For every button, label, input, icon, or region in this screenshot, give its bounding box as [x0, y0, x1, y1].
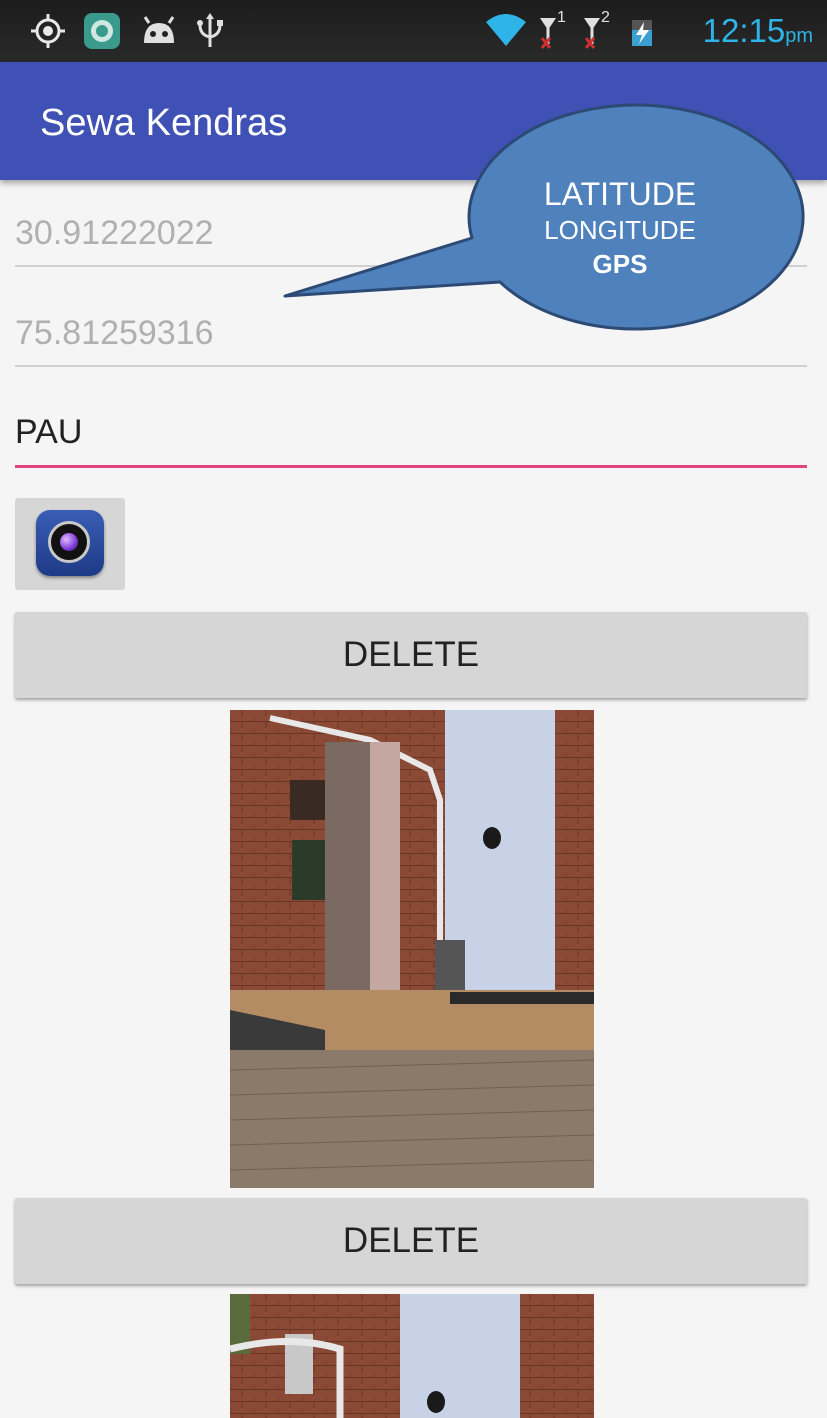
clock: 12:15pm [703, 12, 813, 50]
longitude-value: 75.81259316 [15, 314, 214, 352]
callout-line3: GPS [592, 249, 648, 279]
sim1-label: 1 [557, 9, 566, 26]
camera-icon [36, 510, 104, 576]
sim2-no-signal-icon: 2 [580, 9, 620, 52]
usb-icon [197, 13, 223, 47]
longitude-underline [15, 365, 807, 367]
clock-ampm: pm [785, 25, 813, 47]
delete-button[interactable]: DELETE [15, 612, 807, 698]
gps-icon [31, 14, 65, 48]
location-name-underline [15, 465, 807, 468]
gps-callout-text: LATITUDE LONGITUDE GPS [520, 175, 720, 281]
app-title: Sewa Kendras [40, 102, 288, 144]
sim2-label: 2 [601, 9, 610, 26]
app-bar: Sewa Kendras [0, 62, 827, 180]
app-notification-icon [84, 13, 120, 49]
location-name-value: PAU [15, 413, 83, 451]
battery-charging-icon [632, 20, 652, 46]
longitude-field[interactable]: 75.81259316 [15, 314, 807, 370]
location-name-field[interactable]: PAU [15, 413, 807, 473]
status-bar: 1 2 12:15pm [0, 0, 827, 62]
captured-photo [230, 1294, 594, 1418]
wifi-icon [486, 14, 526, 46]
camera-button[interactable] [15, 498, 125, 590]
callout-line1: LATITUDE [543, 176, 697, 212]
captured-photo [230, 710, 594, 1188]
android-debug-icon [143, 16, 175, 43]
sim1-no-signal-icon: 1 [536, 9, 576, 52]
callout-line2: LONGITUDE [544, 215, 696, 245]
delete-button[interactable]: DELETE [15, 1198, 807, 1284]
latitude-value: 30.91222022 [15, 214, 214, 252]
clock-time: 12:15 [702, 12, 786, 49]
